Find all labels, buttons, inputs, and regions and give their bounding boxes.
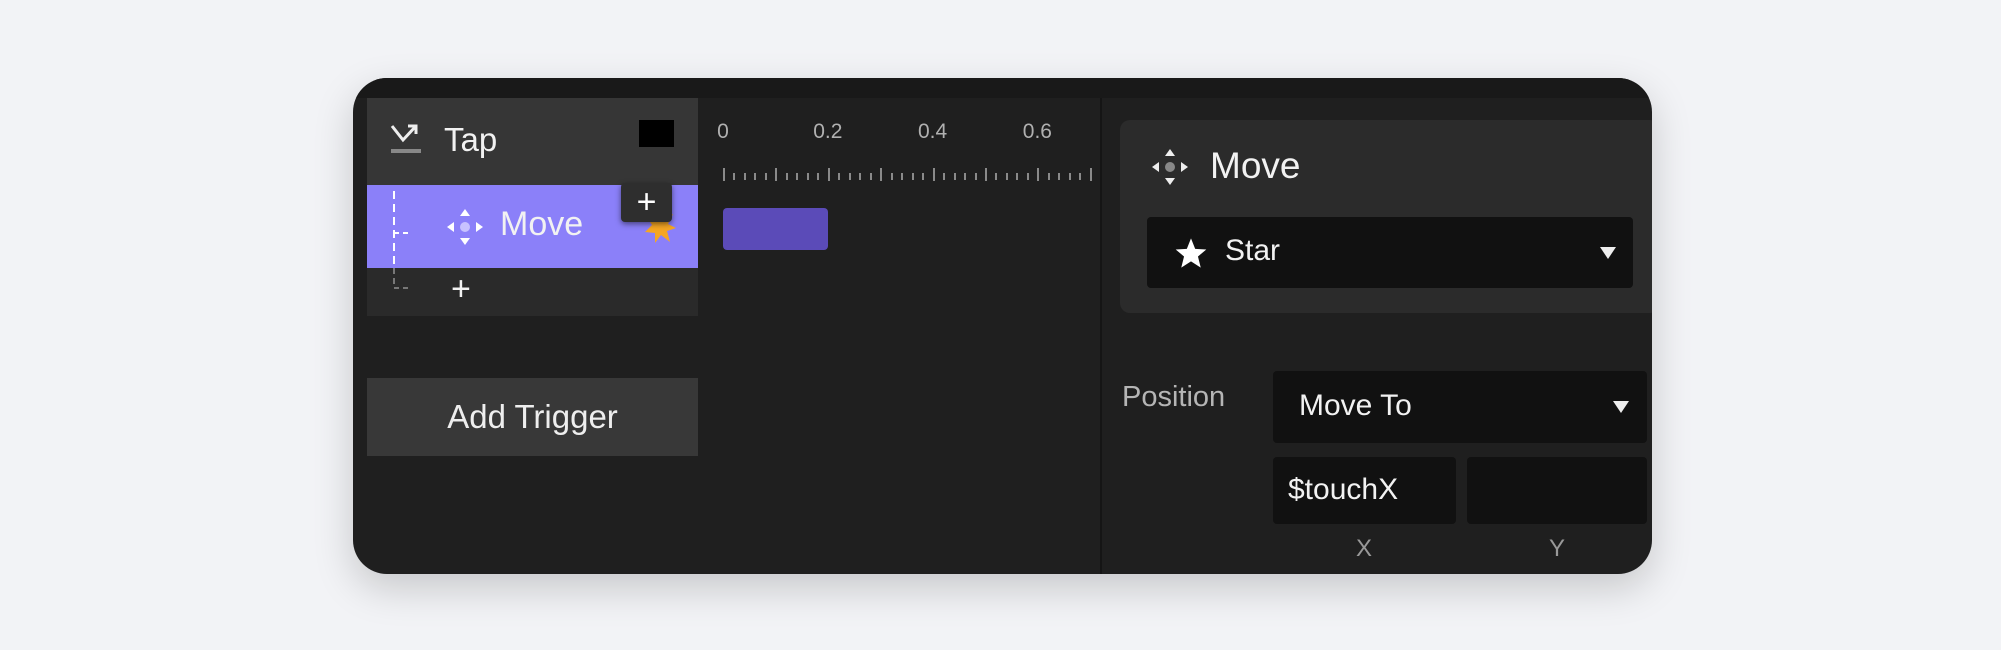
ruler-minor-tick [995,173,998,180]
chevron-down-icon [1613,401,1629,413]
x-value: $touchX [1288,473,1399,506]
ruler-minor-tick [838,173,841,180]
action-card: Move Star [1120,120,1652,313]
ruler-minor-tick [869,173,872,180]
trigger-label: Tap [444,121,498,158]
tree-connector [393,191,408,271]
x-input[interactable]: $touchX [1273,457,1456,524]
ruler-minor-tick [1047,173,1050,180]
interaction-editor-window: Tap Move + + Add Trigger 0 0.2 0.4 0.6 M… [353,78,1652,574]
trigger-row-tap[interactable]: Tap [367,98,698,185]
ruler-major-tick [880,168,883,181]
add-action-row[interactable]: + [367,268,698,316]
ruler-major-tick [932,168,935,181]
position-label: Position [1122,381,1226,413]
ruler-major-tick [1037,168,1040,181]
chevron-down-icon [1600,247,1616,259]
add-action-button[interactable]: + [451,270,471,309]
ruler-minor-tick [785,173,788,180]
trigger-list-panel: Tap Move + + Add Trigger [367,98,698,574]
title-bar [353,78,1652,98]
action-label: Move [500,205,584,243]
y-input[interactable] [1467,457,1647,524]
ruler-minor-tick [974,173,977,180]
ruler-minor-tick [796,173,799,180]
y-axis-label: Y [1549,535,1566,562]
ruler-minor-tick [922,173,925,180]
inspector-title: Move [1210,145,1301,186]
move-arrows-icon [447,209,483,245]
add-trigger-button[interactable]: Add Trigger [367,378,698,456]
ruler-minor-tick [817,173,820,180]
ruler-minor-tick [964,173,967,180]
target-value: Star [1225,234,1281,267]
ruler-minor-tick [733,173,736,180]
ruler-minor-tick [1026,173,1029,180]
inspector-panel: Move Star Position Move To $touchX X Y [1100,98,1652,574]
ruler-tick-label: 0.6 [1022,120,1052,143]
ruler-minor-tick [953,173,956,180]
ruler-tick-label: 0.4 [917,120,948,143]
x-axis-label: X [1356,535,1373,562]
star-icon [1175,238,1207,268]
move-arrows-icon [1152,149,1188,185]
ruler-major-tick [827,168,830,181]
ruler-minor-tick [1058,173,1061,180]
ruler-minor-tick [754,173,757,180]
position-mode-value: Move To [1299,389,1412,422]
ruler-minor-tick [1005,173,1008,180]
ruler-minor-tick [859,173,862,180]
ruler-minor-tick [806,173,809,180]
trigger-color-swatch[interactable] [639,120,674,147]
ruler-minor-tick [764,173,767,180]
target-dropdown[interactable]: Star [1147,217,1633,288]
ruler-major-tick [723,168,725,181]
timeline[interactable]: 0 0.2 0.4 0.6 [698,98,1102,574]
ruler-minor-tick [1068,173,1071,180]
ruler-major-tick [985,168,987,181]
ruler-tick-label: 0 [717,120,729,143]
ruler-minor-tick [1079,173,1082,180]
ruler-minor-tick [911,173,914,180]
insert-action-popup-button[interactable]: + [621,183,672,222]
tree-connector-end [393,268,408,289]
ruler-minor-tick [743,173,746,180]
timeline-clip-move[interactable] [723,208,828,250]
ruler-minor-tick [1016,173,1019,180]
tap-gesture-icon [390,124,421,153]
position-mode-dropdown[interactable]: Move To [1273,371,1647,443]
ruler-major-tick [1089,168,1092,181]
ruler-tick-label: 0.2 [813,120,843,143]
ruler-minor-tick [848,173,851,180]
ruler-minor-tick [901,173,904,180]
ruler-minor-tick [943,173,946,180]
ruler-minor-tick [890,173,893,180]
ruler-major-tick [775,168,778,181]
